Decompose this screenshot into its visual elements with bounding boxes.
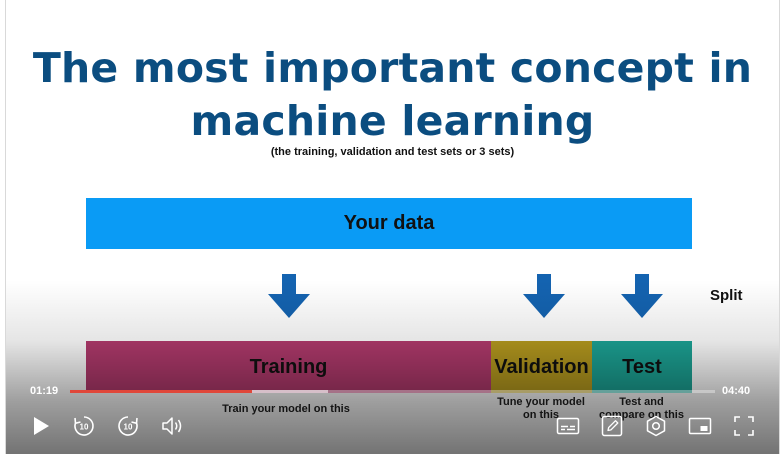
notes-button[interactable]: [599, 413, 625, 439]
current-time: 01:19: [30, 385, 59, 397]
play-button[interactable]: [28, 413, 54, 439]
training-caption: Train your model on this: [222, 403, 350, 415]
your-data-label: Your data: [343, 212, 435, 234]
validation-label: Validation: [494, 355, 589, 378]
settings-gear-icon: [646, 415, 666, 437]
slide-title-line-2: machine learning: [190, 97, 595, 145]
play-icon: [34, 417, 49, 435]
settings-button[interactable]: [643, 413, 669, 439]
slide-subtitle: (the training, validation and test sets …: [270, 146, 515, 158]
rewind-10-icon: 10: [74, 416, 94, 436]
slide-title-line-1: The most important concept in: [32, 44, 753, 92]
volume-button[interactable]: [160, 413, 186, 439]
duration-time: 04:40: [722, 385, 751, 397]
volume-icon: [162, 417, 182, 435]
progress-bar[interactable]: [70, 390, 715, 393]
forward-10-icon: 10: [118, 416, 138, 436]
training-label: Training: [249, 355, 328, 378]
fullscreen-button[interactable]: [731, 413, 757, 439]
picture-in-picture-button[interactable]: [687, 413, 713, 439]
slide-title: The most important concept in machine le…: [6, 42, 779, 148]
captions-icon: [556, 417, 580, 435]
captions-button[interactable]: [555, 413, 581, 439]
picture-in-picture-icon: [688, 417, 712, 435]
test-caption-line-1: Test and: [619, 396, 664, 408]
your-data-box: Your data: [86, 198, 692, 249]
fullscreen-icon: [734, 416, 754, 436]
validation-bar: Validation: [491, 341, 592, 393]
frame-border-right: [779, 0, 784, 454]
rewind-10-button[interactable]: 10: [71, 413, 97, 439]
validation-caption-line-1: Tune your model: [497, 396, 585, 408]
video-player[interactable]: The most important concept in machine le…: [0, 0, 784, 454]
arrow-down-icon: [621, 274, 663, 318]
video-frame-slide: The most important concept in machine le…: [6, 0, 779, 454]
split-label: Split: [710, 287, 743, 304]
arrow-down-icon: [523, 274, 565, 318]
progress-played: [70, 390, 252, 393]
training-bar: Training: [86, 341, 491, 393]
rewind-seconds-label: 10: [80, 423, 89, 432]
forward-10-button[interactable]: 10: [115, 413, 141, 439]
forward-seconds-label: 10: [124, 423, 133, 432]
test-label: Test: [622, 355, 662, 378]
test-bar: Test: [592, 341, 692, 393]
pencil-note-icon: [601, 415, 623, 437]
arrow-down-icon: [268, 274, 310, 318]
